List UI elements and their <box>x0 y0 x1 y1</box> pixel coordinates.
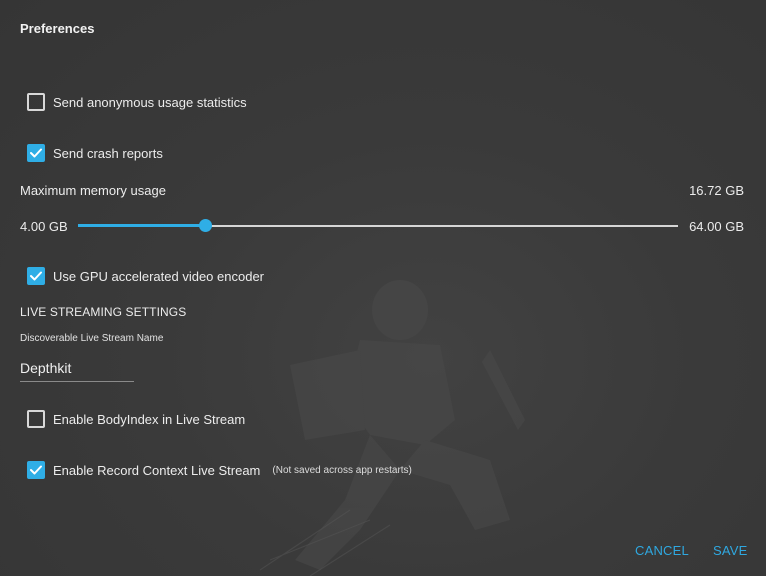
memory-usage-value: 16.72 GB <box>689 183 744 198</box>
record-context-note: (Not saved across app restarts) <box>272 464 412 476</box>
gpu-encoder-label: Use GPU accelerated video encoder <box>53 268 265 284</box>
memory-slider-min-label: 4.00 GB <box>20 219 68 234</box>
crash-reports-option[interactable]: Send crash reports <box>27 144 163 162</box>
live-streaming-heading: LIVE STREAMING SETTINGS <box>20 305 187 319</box>
anonymous-stats-option[interactable]: Send anonymous usage statistics <box>27 93 247 111</box>
memory-slider[interactable] <box>78 218 678 234</box>
dialog-title: Preferences <box>20 21 95 36</box>
gpu-encoder-option[interactable]: Use GPU accelerated video encoder <box>27 267 264 285</box>
background-figure-graphic <box>259 280 525 576</box>
stream-name-input[interactable] <box>20 355 134 382</box>
memory-slider-thumb[interactable] <box>199 219 212 232</box>
body-index-checkbox[interactable] <box>27 410 45 428</box>
save-button[interactable]: SAVE <box>713 543 748 558</box>
anonymous-stats-label: Send anonymous usage statistics <box>53 94 247 110</box>
record-context-option[interactable]: Enable Record Context Live Stream (Not s… <box>27 461 412 479</box>
anonymous-stats-checkbox[interactable] <box>27 93 45 111</box>
crash-reports-label: Send crash reports <box>53 145 163 161</box>
stream-name-label: Discoverable Live Stream Name <box>20 333 164 344</box>
gpu-encoder-checkbox[interactable] <box>27 267 45 285</box>
checkmark-icon <box>30 148 42 158</box>
memory-slider-fill <box>78 224 205 227</box>
cancel-button[interactable]: CANCEL <box>635 543 689 558</box>
record-context-label: Enable Record Context Live Stream <box>53 462 261 478</box>
body-index-option[interactable]: Enable BodyIndex in Live Stream <box>27 410 245 428</box>
checkmark-icon <box>30 465 42 475</box>
record-context-checkbox[interactable] <box>27 461 45 479</box>
body-index-label: Enable BodyIndex in Live Stream <box>53 411 246 427</box>
checkmark-icon <box>30 271 42 281</box>
memory-slider-max-label: 64.00 GB <box>689 219 744 234</box>
preferences-dialog: Preferences Send anonymous usage statist… <box>0 0 766 576</box>
memory-usage-label: Maximum memory usage <box>20 183 166 198</box>
crash-reports-checkbox[interactable] <box>27 144 45 162</box>
